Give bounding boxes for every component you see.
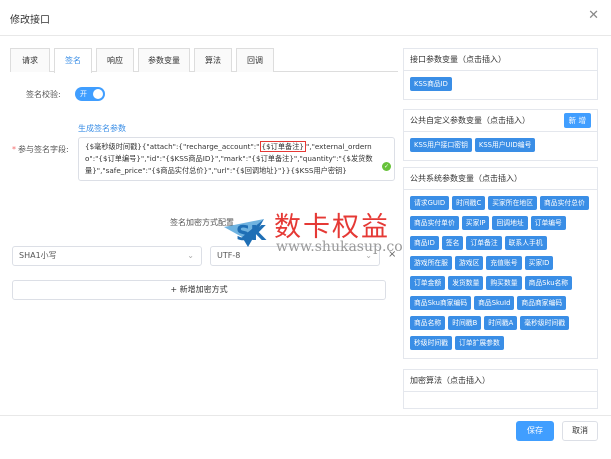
var-chip[interactable]: 商品ID — [410, 236, 439, 250]
highlighted-variable: {$订单备注} — [259, 141, 306, 152]
tab-signature[interactable]: 签名 — [54, 48, 92, 73]
var-chip[interactable]: 时间戳A — [484, 316, 518, 330]
var-chip[interactable]: 时间戳C — [452, 196, 486, 210]
var-chip[interactable]: 买家ID — [524, 256, 554, 270]
plus-icon: + — [170, 285, 180, 294]
custom-vars-header: 公共自定义参数变量（点击插入） 新 增 — [404, 110, 597, 132]
sign-fields-textarea[interactable]: {$毫秒级时间戳}{"attach":{"recharge_account":"… — [78, 137, 395, 181]
add-encrypt-label: 新增加密方式 — [179, 285, 228, 294]
algorithms-title: 加密算法（点击插入） — [404, 370, 597, 392]
var-chip[interactable]: 订单扩展参数 — [454, 336, 504, 350]
toggle-state-label: 开 — [80, 90, 87, 98]
check-circle-icon: ✓ — [382, 162, 391, 171]
sign-check-toggle[interactable]: 开 — [75, 87, 105, 101]
tab-callback[interactable]: 回调 — [236, 48, 274, 72]
tab-bar: 请求 签名 响应 参数变量 算法 回调 — [10, 48, 398, 73]
tab-request[interactable]: 请求 — [10, 48, 50, 72]
var-chip[interactable]: 商品实付总价 — [540, 196, 589, 210]
left-pane: 请求 签名 响应 参数变量 算法 回调 — [10, 48, 398, 410]
var-chip[interactable]: 时间戳B — [448, 316, 482, 330]
var-chip[interactable]: 订单编号 — [530, 216, 566, 230]
algorithms-panel: 加密算法（点击插入） — [403, 369, 598, 409]
var-chip[interactable]: 买家所在地区 — [488, 196, 537, 210]
var-chip[interactable]: 订单备注 — [466, 236, 502, 250]
add-encrypt-button[interactable]: + 新增加密方式 — [12, 280, 386, 300]
var-chip[interactable]: KSS用户接口密钥 — [410, 138, 472, 152]
sign-check-label: 签名校验: — [26, 90, 61, 99]
dialog-header: 修改接口 ✕ — [0, 0, 611, 36]
system-vars-panel: 公共系统参数变量（点击插入） 请求GUID 时间戳C 买家所在地区 商品实付总价商品实… — [403, 167, 598, 359]
cancel-button[interactable]: 取消 — [562, 421, 598, 441]
var-chip[interactable]: 发货数量 — [448, 276, 484, 290]
var-chip[interactable]: 商品Sku商家编码 — [410, 296, 472, 310]
var-chip[interactable]: 联系人手机 — [504, 236, 547, 250]
var-chip[interactable]: 商品SkuId — [474, 296, 515, 310]
sign-fields-label-text: 参与签名字段: — [18, 145, 69, 154]
var-chip[interactable]: 商品名称 — [410, 316, 446, 330]
var-chip[interactable]: 游戏所在服 — [410, 256, 452, 270]
save-button[interactable]: 保存 — [516, 421, 554, 441]
var-chip[interactable]: 签名 — [441, 236, 464, 250]
dialog-title: 修改接口 — [10, 15, 50, 26]
new-var-button[interactable]: 新 增 — [563, 113, 591, 128]
var-chip[interactable]: KSS商品ID — [410, 77, 452, 91]
remove-encrypt-icon[interactable]: × — [388, 249, 396, 260]
var-chip[interactable]: KSS用户UID编号 — [474, 138, 536, 152]
close-icon[interactable]: ✕ — [588, 9, 599, 23]
system-vars-chips: 请求GUID 时间戳C 买家所在地区 商品实付总价商品实付单价 买家IP 回调地址 订单编号… — [404, 190, 597, 358]
algorithm-select-value: SHA1小写 — [19, 251, 57, 260]
interface-vars-title: 接口参数变量（点击插入） — [404, 49, 597, 71]
var-chip[interactable]: 回调地址 — [492, 216, 528, 230]
interface-vars-panel: 接口参数变量（点击插入） KSS商品ID — [403, 48, 598, 100]
sign-fields-label: * 参与签名字段: — [12, 145, 69, 154]
var-chip[interactable]: 商品Sku名称 — [524, 276, 573, 290]
var-chip[interactable]: 请求GUID — [410, 196, 450, 210]
var-chip[interactable]: 商品实付单价 — [410, 216, 459, 230]
var-chip[interactable]: 订单金额 — [410, 276, 446, 290]
var-chip[interactable]: 充值账号 — [486, 256, 522, 270]
generate-sign-link[interactable]: 生成签名参数 — [78, 123, 126, 134]
custom-vars-title: 公共自定义参数变量（点击插入） — [410, 116, 530, 125]
encrypt-config-title: 签名加密方式配置 — [170, 218, 234, 227]
tab-algorithm[interactable]: 算法 — [194, 48, 232, 72]
tab-variables[interactable]: 参数变量 — [138, 48, 190, 72]
custom-vars-panel: 公共自定义参数变量（点击插入） 新 增 KSS用户接口密钥 KSS用户UID编号 — [403, 109, 598, 161]
system-vars-title: 公共系统参数变量（点击插入） — [404, 168, 597, 190]
var-chip[interactable]: 秒级时间戳 — [410, 336, 452, 350]
algorithm-select[interactable]: SHA1小写 ⌄ — [12, 246, 202, 266]
var-chip[interactable]: 购买数量 — [486, 276, 522, 290]
var-chip[interactable]: 游戏区 — [454, 256, 484, 270]
sign-value-part1: {$毫秒级时间戳}{"attach":{"recharge_account":" — [85, 142, 260, 151]
charset-select[interactable]: UTF-8 ⌄ — [210, 246, 380, 266]
var-chip[interactable]: 商品商家编码 — [517, 296, 567, 310]
tab-response[interactable]: 响应 — [96, 48, 134, 72]
var-chip[interactable]: 买家IP — [461, 216, 490, 230]
chevron-down-icon: ⌄ — [187, 251, 194, 260]
charset-select-value: UTF-8 — [217, 251, 241, 260]
var-chip[interactable]: 毫秒级时间戳 — [520, 316, 570, 330]
chevron-down-icon: ⌄ — [365, 251, 372, 260]
